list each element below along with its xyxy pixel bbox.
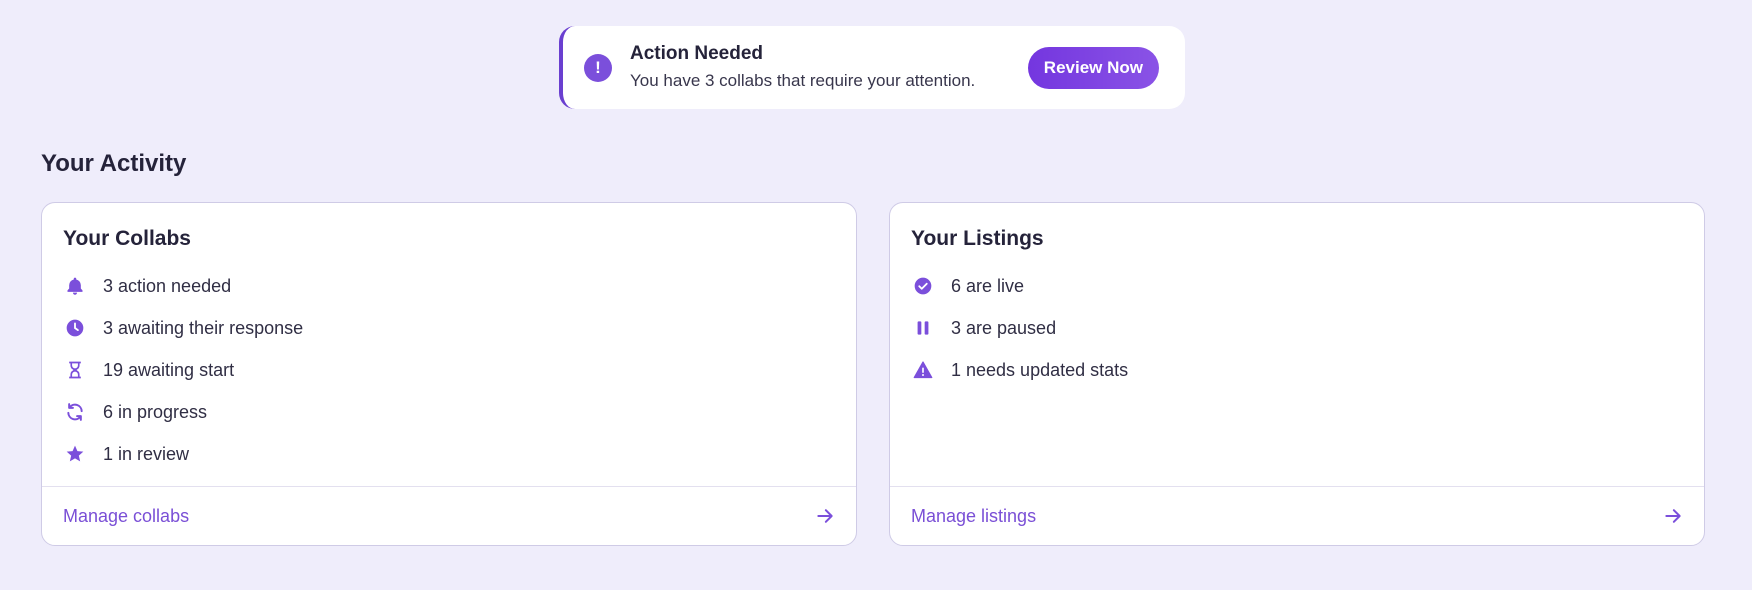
pause-icon [911,316,935,340]
arrow-right-icon[interactable] [1662,505,1684,527]
manage-collabs-link[interactable]: Manage collabs [63,506,189,527]
list-item: 3 are paused [911,307,1128,349]
alert-message: You have 3 collabs that require your att… [630,71,976,90]
action-needed-banner: ! Action Needed You have 3 collabs that … [559,26,1185,109]
list-item-label: 6 in progress [103,401,208,422]
list-item: 3 action needed [63,265,303,307]
collabs-card-footer[interactable]: Manage collabs [42,486,856,545]
collabs-status-list: 3 action needed 3 awaiting their respons… [63,265,303,475]
list-item-label: 3 are paused [951,317,1057,338]
star-icon [63,442,87,466]
alert-text: Action Needed You have 3 collabs that re… [630,42,1028,93]
refresh-icon [63,400,87,424]
list-item-label: 19 awaiting start [103,359,235,380]
list-item: 3 awaiting their response [63,307,303,349]
list-item: 19 awaiting start [63,349,303,391]
collabs-card: Your Collabs 3 action needed 3 awaiting … [41,202,857,546]
manage-listings-link[interactable]: Manage listings [911,506,1036,527]
arrow-right-icon[interactable] [814,505,836,527]
bell-icon [63,274,87,298]
listings-card-footer[interactable]: Manage listings [890,486,1704,545]
listings-card-title: Your Listings [911,227,1044,250]
check-circle-icon [911,274,935,298]
hourglass-icon [63,358,87,382]
listings-status-list: 6 are live 3 are paused 1 needs updated … [911,265,1128,391]
alert-title: Action Needed [630,43,764,64]
list-item-label: 3 awaiting their response [103,317,304,338]
listings-card: Your Listings 6 are live 3 are paused 1 … [889,202,1705,546]
exclamation-circle-icon: ! [584,53,612,82]
list-item-label: 6 are live [951,275,1025,296]
list-item: 1 needs updated stats [911,349,1128,391]
review-now-button[interactable]: Review Now [1027,46,1159,89]
list-item: 1 in review [63,433,303,475]
dashboard-page: ! Action Needed You have 3 collabs that … [0,0,1752,590]
collabs-card-title: Your Collabs [63,227,191,250]
list-item-label: 3 action needed [103,275,232,296]
list-item-label: 1 needs updated stats [951,359,1129,380]
list-item-label: 1 in review [103,443,190,464]
warning-icon [911,358,935,382]
section-title: Your Activity [41,150,187,177]
list-item: 6 in progress [63,391,303,433]
clock-icon [63,316,87,340]
list-item: 6 are live [911,265,1128,307]
